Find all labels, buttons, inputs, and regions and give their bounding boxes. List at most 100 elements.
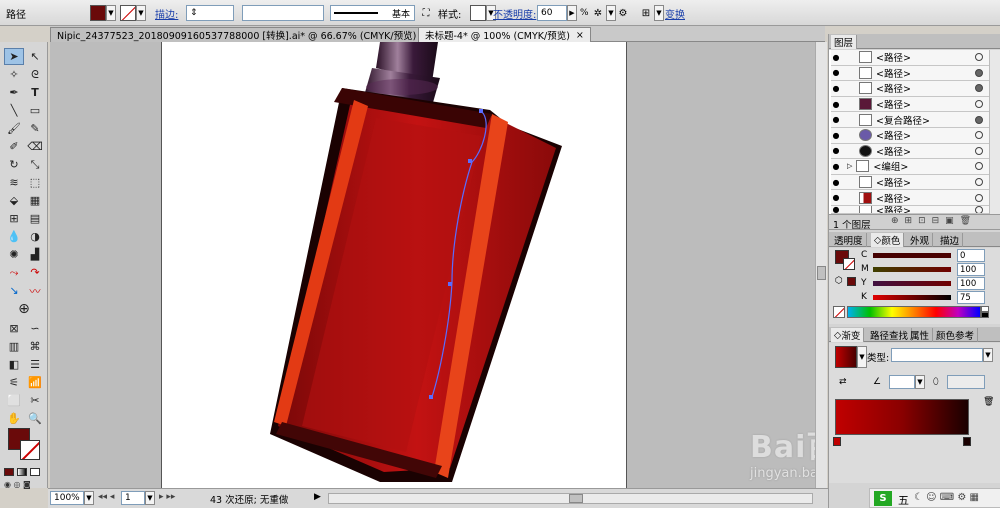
layer-action-icons[interactable]: ⊕⊞⊡⊟▣🗑	[891, 216, 977, 226]
anchor-point[interactable]	[448, 282, 452, 286]
angle-dropdown[interactable]: ▼	[915, 375, 925, 389]
cyan-slider[interactable]	[873, 253, 951, 258]
pen-tool-icon[interactable]: ✒	[4, 84, 24, 101]
target-icon[interactable]	[975, 53, 983, 62]
perspective-grid-icon[interactable]: ▦	[25, 192, 45, 209]
vertical-scrollbar[interactable]	[815, 42, 827, 488]
screen-mode-icons[interactable]: ◉ ◎ ◙	[4, 480, 44, 489]
target-icon[interactable]	[975, 68, 983, 77]
target-icon[interactable]	[975, 84, 983, 93]
line-tool-icon[interactable]: ╲	[4, 102, 24, 119]
eraser-icon[interactable]: ⌫	[25, 138, 45, 155]
stroke-link[interactable]: 描边:	[155, 6, 178, 21]
mesh-tool-icon[interactable]: ⊞	[4, 210, 24, 227]
gradient-slider[interactable]	[835, 399, 969, 435]
gradient-preview[interactable]	[835, 346, 857, 368]
align-tool-icon[interactable]: ☰	[25, 356, 45, 373]
paintbrush-icon[interactable]: 🖌	[4, 120, 24, 137]
magenta-input[interactable]: 100	[957, 263, 985, 276]
opacity-input[interactable]: 60	[537, 5, 567, 21]
gradient-mode-icon[interactable]	[17, 468, 27, 476]
gradient-type-select[interactable]	[891, 348, 983, 362]
eye-icon[interactable]: ●	[831, 68, 841, 77]
stroke-color-box[interactable]	[843, 258, 855, 270]
zoom-dropdown[interactable]: ▼	[84, 491, 94, 505]
width-tool-icon[interactable]: ⤳	[4, 264, 24, 281]
list-item[interactable]: ● <路径>	[831, 81, 989, 97]
list-item[interactable]: ● <路径>	[831, 50, 989, 66]
rectangle-tool-icon[interactable]: ▭	[25, 102, 45, 119]
list-item[interactable]: ● <路径>	[831, 65, 989, 82]
eye-icon[interactable]: ●	[831, 162, 841, 171]
fill-dropdown[interactable]: ▼	[106, 5, 116, 21]
zoom-tool-icon[interactable]: 🔍	[25, 410, 45, 427]
eye-icon[interactable]: ●	[831, 115, 841, 124]
zoom-input[interactable]: 100%	[50, 491, 84, 505]
tab-document-1[interactable]: Nipic_24377523_20180909160537788000 [转换]…	[50, 27, 438, 42]
variable-width-select[interactable]	[242, 5, 324, 21]
yellow-slider[interactable]	[873, 281, 951, 286]
next-artboard-icon[interactable]: ▸ ▸▸	[159, 492, 175, 502]
curvature-tool-icon[interactable]: ↷	[25, 264, 45, 281]
tab-gradient[interactable]: ◇ 渐变	[831, 328, 865, 342]
stroke-color-box[interactable]	[20, 440, 40, 460]
bottle-body[interactable]	[270, 88, 562, 482]
rotate-tool-icon[interactable]: ↻	[4, 156, 24, 173]
black-swatch[interactable]	[981, 312, 989, 318]
smooth-tool-icon[interactable]: 〰	[25, 282, 45, 299]
list-item[interactable]: ● <路径>	[831, 96, 989, 113]
eye-icon[interactable]: ●	[831, 100, 841, 109]
tab-pathfinder[interactable]: 路径查找	[867, 328, 913, 342]
crosshair-icon[interactable]: ⊕	[14, 300, 34, 317]
cyan-input[interactable]: 0	[957, 249, 985, 262]
artboard-tool-icon[interactable]: ⊠	[4, 320, 24, 337]
list-item[interactable]: ● <路径>	[831, 143, 989, 160]
tab-color-guide[interactable]: 颜色参考	[933, 328, 979, 342]
lasso-icon[interactable]: ᘓ	[25, 66, 45, 83]
artboard-number-input[interactable]: 1	[121, 491, 145, 505]
recolor-icon[interactable]: ✲	[590, 5, 606, 21]
canvas-area[interactable]: Bai百经验 jingyan.baidu.com	[50, 42, 815, 488]
list-item[interactable]: ● <路径>	[831, 190, 989, 206]
magic-wand-icon[interactable]: ✧	[4, 66, 24, 83]
gear-icon[interactable]: ⚙	[615, 5, 631, 21]
stroke-weight-input[interactable]: ⇕	[186, 5, 234, 21]
target-icon[interactable]	[975, 146, 983, 155]
opacity-link[interactable]: 不透明度:	[493, 6, 536, 21]
pencil-icon[interactable]: ✎	[25, 120, 45, 137]
scroll-thumb[interactable]	[569, 494, 583, 503]
close-icon[interactable]: ×	[576, 30, 584, 41]
align-dropdown[interactable]: ▼	[654, 5, 664, 21]
knife-tool-icon[interactable]: ✂	[25, 392, 45, 409]
target-icon[interactable]	[975, 100, 983, 109]
tab-stroke[interactable]: 描边	[937, 233, 964, 247]
aspect-ratio-input[interactable]	[947, 375, 985, 389]
yellow-input[interactable]: 100	[957, 277, 985, 290]
ime-tray-icons[interactable]: ☾ ☺ ⌨ ⚙ ▦	[914, 492, 979, 503]
bottle-artwork[interactable]	[162, 42, 628, 488]
list-item[interactable]: ● ▷ <编组>	[831, 159, 989, 175]
warp-tool-icon[interactable]: ≋	[4, 174, 24, 191]
eye-icon[interactable]: ●	[831, 131, 841, 140]
eye-icon[interactable]: ●	[831, 146, 841, 155]
target-icon[interactable]	[975, 178, 983, 187]
target-icon[interactable]	[975, 193, 983, 202]
expand-arrow-icon[interactable]: ▷	[847, 162, 852, 170]
shape-builder-icon[interactable]: ⬙	[4, 192, 24, 209]
scroll-thumb[interactable]	[817, 266, 826, 280]
brush-select[interactable]: 基本	[330, 5, 415, 21]
prev-artboard-icon[interactable]: ◂◂ ◂	[98, 492, 114, 502]
artboard[interactable]	[161, 42, 627, 488]
measure-tool-icon[interactable]: ⚟	[4, 374, 24, 391]
tab-attributes[interactable]: 属性	[907, 328, 934, 342]
list-item[interactable]: ● <路径>	[831, 174, 989, 191]
tab-transparency[interactable]: 透明度	[831, 233, 867, 247]
blob-brush-icon[interactable]: ✐	[4, 138, 24, 155]
anchor-point[interactable]	[468, 159, 472, 163]
eye-icon[interactable]: ●	[831, 206, 841, 213]
target-icon[interactable]	[975, 131, 983, 140]
transform-link[interactable]: 变换	[665, 6, 685, 21]
target-icon[interactable]	[975, 206, 983, 213]
eye-icon[interactable]: ●	[831, 193, 841, 202]
sogou-icon[interactable]: S	[874, 491, 892, 506]
